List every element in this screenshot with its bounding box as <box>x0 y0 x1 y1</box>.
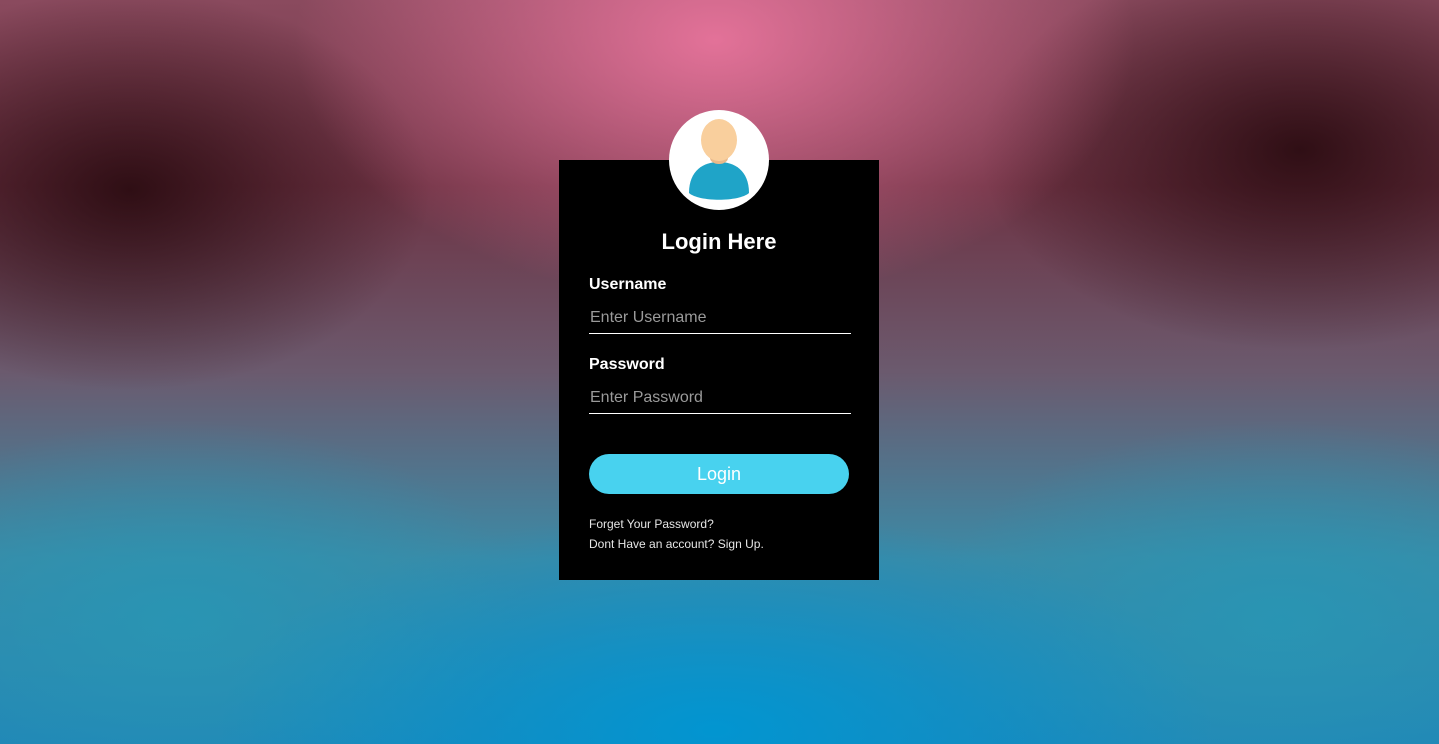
password-input[interactable] <box>589 382 851 414</box>
password-label: Password <box>589 356 665 373</box>
username-input[interactable] <box>589 302 851 334</box>
login-button[interactable]: Login <box>589 454 849 494</box>
login-box: Login Here Username Password Login Forge… <box>559 110 879 580</box>
user-avatar-icon <box>689 119 749 200</box>
login-title: Login Here <box>661 229 777 254</box>
avatar-shirt <box>689 162 749 200</box>
signup-link[interactable]: Dont Have an account? Sign Up. <box>589 534 849 554</box>
username-label: Username <box>589 276 667 293</box>
login-form: Username Password Login Forget Your Pass… <box>589 276 851 554</box>
avatar <box>669 110 769 210</box>
forgot-password-link[interactable]: Forget Your Password? <box>589 514 849 534</box>
avatar-head <box>701 119 737 161</box>
